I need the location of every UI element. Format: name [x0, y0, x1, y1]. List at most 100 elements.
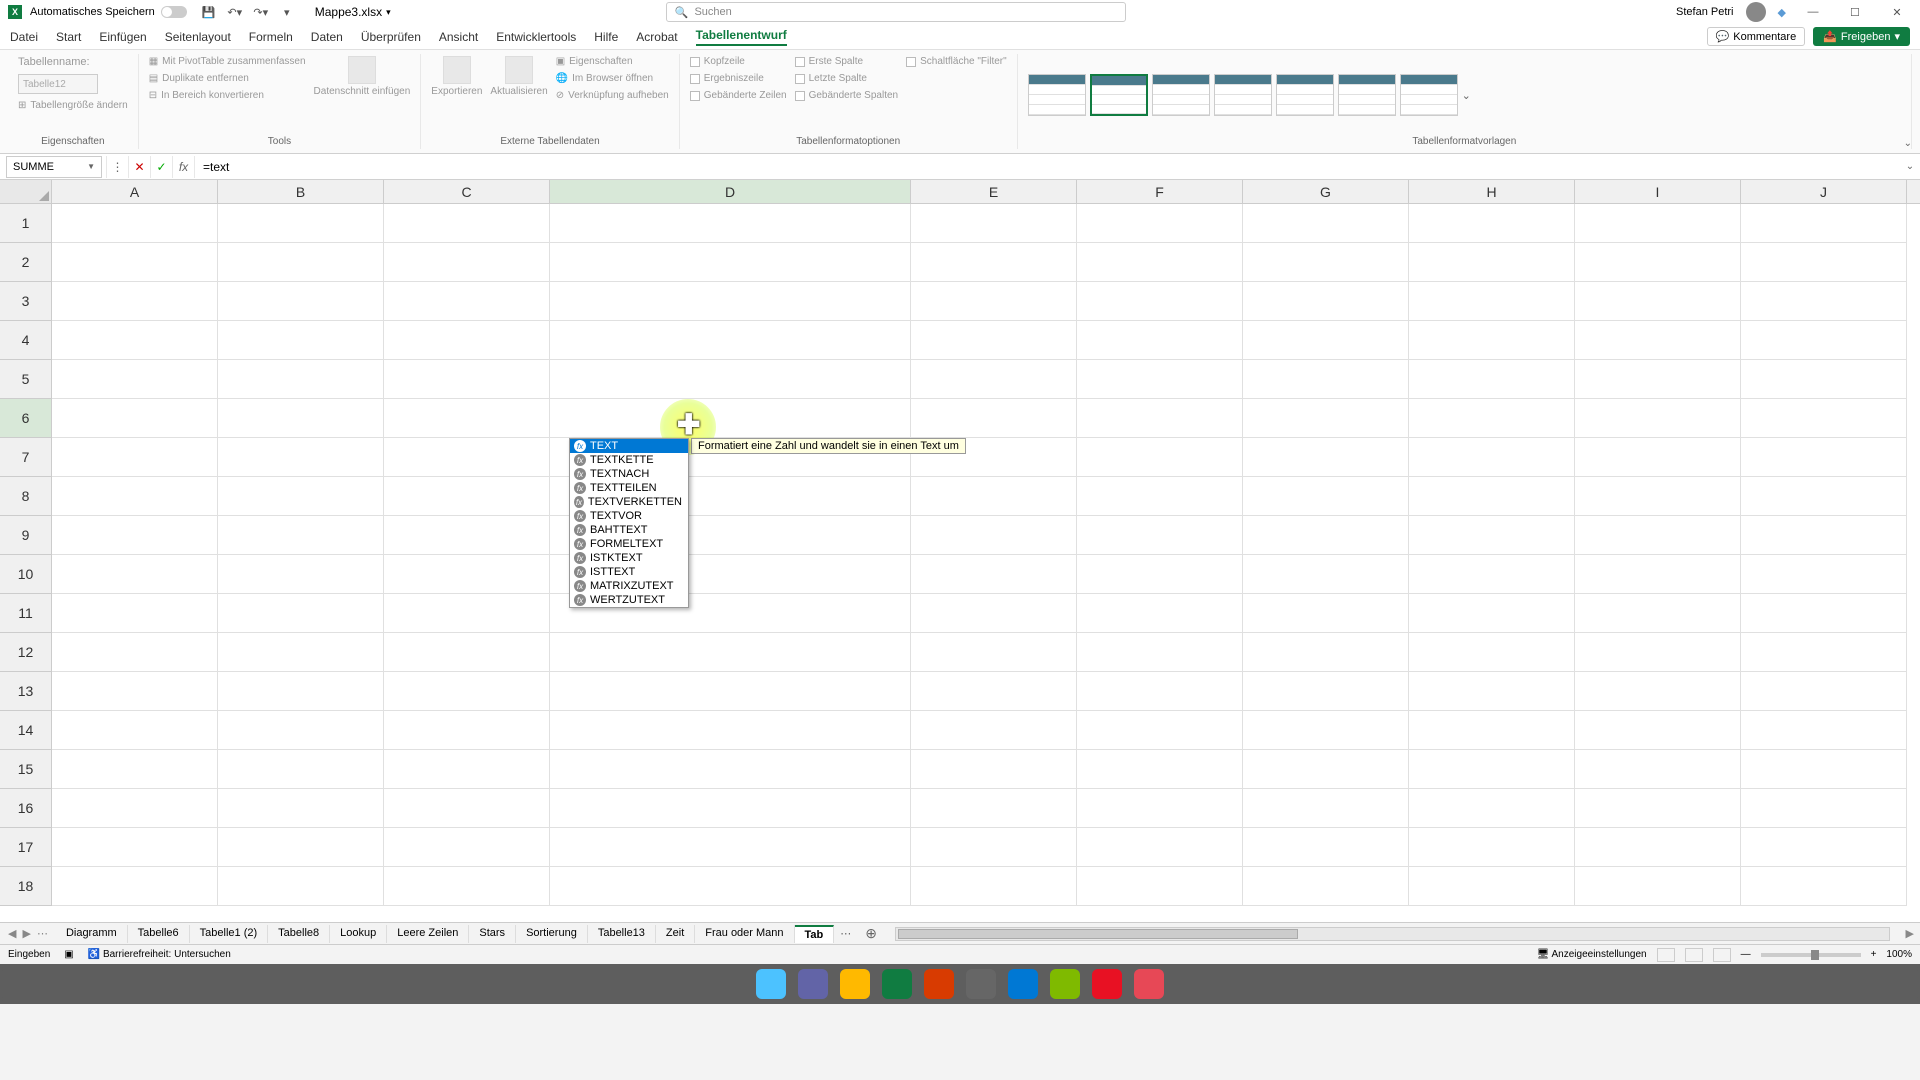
autocomplete-item[interactable]: fxTEXT — [570, 439, 688, 453]
filter-button-checkbox[interactable]: Schaltfläche "Filter" — [906, 56, 1007, 67]
cell[interactable] — [1077, 711, 1243, 750]
cell[interactable] — [550, 672, 911, 711]
properties-button[interactable]: ▣ Eigenschaften — [556, 56, 669, 67]
tab-seitenlayout[interactable]: Seitenlayout — [165, 30, 231, 44]
cell[interactable] — [1409, 516, 1575, 555]
cell[interactable] — [218, 282, 384, 321]
last-col-checkbox[interactable]: Letzte Spalte — [795, 73, 899, 84]
cell[interactable] — [52, 594, 218, 633]
refresh-button[interactable]: Aktualisieren — [490, 56, 547, 97]
column-header[interactable]: I — [1575, 180, 1741, 203]
spreadsheet-grid[interactable]: ABCDEFGHIJ 123456789101112131415161718 D… — [0, 180, 1920, 922]
taskbar-icon[interactable] — [1008, 969, 1038, 999]
cell[interactable] — [218, 711, 384, 750]
cell[interactable] — [384, 750, 550, 789]
tab-entwicklertools[interactable]: Entwicklertools — [496, 30, 576, 44]
table-style-option[interactable] — [1276, 74, 1334, 116]
column-header[interactable]: G — [1243, 180, 1409, 203]
sheet-tab[interactable]: Tabelle8 — [268, 925, 330, 943]
cell[interactable] — [1409, 555, 1575, 594]
cell[interactable] — [1243, 828, 1409, 867]
open-browser-button[interactable]: 🌐 Im Browser öffnen — [556, 73, 669, 84]
cell[interactable] — [1409, 321, 1575, 360]
row-header[interactable]: 4 — [0, 321, 52, 360]
cell[interactable] — [1077, 633, 1243, 672]
row-header[interactable]: 11 — [0, 594, 52, 633]
cell[interactable] — [52, 828, 218, 867]
cell[interactable] — [1243, 321, 1409, 360]
close-button[interactable]: ✕ — [1882, 2, 1912, 22]
cell[interactable] — [52, 438, 218, 477]
header-row-checkbox[interactable]: Kopfzeile — [690, 56, 787, 67]
cell[interactable] — [1409, 243, 1575, 282]
cancel-icon[interactable]: ✕ — [128, 156, 150, 178]
cell[interactable] — [52, 282, 218, 321]
cell[interactable] — [1741, 321, 1907, 360]
cell[interactable] — [52, 555, 218, 594]
scroll-right-icon[interactable]: ▶ — [1900, 927, 1920, 940]
cell[interactable] — [384, 321, 550, 360]
cell[interactable] — [550, 321, 911, 360]
cell[interactable] — [1243, 750, 1409, 789]
cell[interactable] — [911, 204, 1077, 243]
cell[interactable] — [1077, 360, 1243, 399]
horizontal-scrollbar[interactable] — [895, 927, 1890, 941]
cell[interactable] — [1741, 438, 1907, 477]
comments-button[interactable]: 💬 Kommentare — [1707, 27, 1806, 46]
cell[interactable] — [384, 867, 550, 906]
sheet-tab[interactable]: Tab — [795, 925, 835, 943]
display-settings-button[interactable]: 🖥 Anzeigeeinstellungen — [1537, 949, 1647, 960]
cell[interactable] — [384, 477, 550, 516]
cell[interactable] — [52, 477, 218, 516]
cell[interactable] — [911, 633, 1077, 672]
cell[interactable] — [1575, 360, 1741, 399]
cell[interactable] — [911, 477, 1077, 516]
cell[interactable] — [911, 594, 1077, 633]
column-header[interactable]: B — [218, 180, 384, 203]
cell[interactable] — [52, 711, 218, 750]
row-header[interactable]: 17 — [0, 828, 52, 867]
cell[interactable] — [1243, 672, 1409, 711]
cell[interactable] — [1243, 633, 1409, 672]
taskbar-icon[interactable] — [1134, 969, 1164, 999]
taskbar-icon[interactable] — [966, 969, 996, 999]
cell[interactable] — [52, 360, 218, 399]
confirm-icon[interactable]: ✓ — [150, 156, 172, 178]
cell[interactable] — [911, 516, 1077, 555]
cell[interactable] — [1243, 360, 1409, 399]
cell[interactable] — [911, 867, 1077, 906]
autocomplete-item[interactable]: fxISTTEXT — [570, 565, 688, 579]
sheet-tab[interactable]: Stars — [469, 925, 516, 943]
cell[interactable] — [1077, 789, 1243, 828]
row-header[interactable]: 9 — [0, 516, 52, 555]
cell[interactable] — [1409, 204, 1575, 243]
cell[interactable] — [1575, 594, 1741, 633]
cell[interactable] — [52, 789, 218, 828]
namebox-dropdown-icon[interactable]: ⋮ — [106, 156, 128, 178]
cell[interactable] — [218, 438, 384, 477]
cell[interactable] — [52, 516, 218, 555]
cell[interactable] — [1409, 672, 1575, 711]
cell[interactable] — [550, 360, 911, 399]
diamond-icon[interactable]: ◆ — [1778, 6, 1786, 19]
toggle-icon[interactable] — [161, 6, 187, 18]
taskbar-icon[interactable] — [1050, 969, 1080, 999]
cell[interactable] — [1243, 711, 1409, 750]
cell[interactable] — [911, 711, 1077, 750]
autosave-toggle[interactable]: Automatisches Speichern — [30, 6, 187, 18]
cell[interactable] — [911, 321, 1077, 360]
row-header[interactable]: 7 — [0, 438, 52, 477]
cell[interactable] — [1243, 243, 1409, 282]
autocomplete-item[interactable]: fxWERTZUTEXT — [570, 593, 688, 607]
sheet-tab[interactable]: Zeit — [656, 925, 695, 943]
cell[interactable] — [384, 243, 550, 282]
autocomplete-item[interactable]: fxFORMELTEXT — [570, 537, 688, 551]
table-style-option[interactable] — [1400, 74, 1458, 116]
cell[interactable] — [1575, 828, 1741, 867]
table-style-option[interactable] — [1090, 74, 1148, 116]
cell[interactable] — [1741, 711, 1907, 750]
maximize-button[interactable]: ☐ — [1840, 2, 1870, 22]
autocomplete-item[interactable]: fxTEXTVERKETTEN — [570, 495, 688, 509]
autocomplete-item[interactable]: fxISTKTEXT — [570, 551, 688, 565]
cell[interactable] — [1741, 516, 1907, 555]
